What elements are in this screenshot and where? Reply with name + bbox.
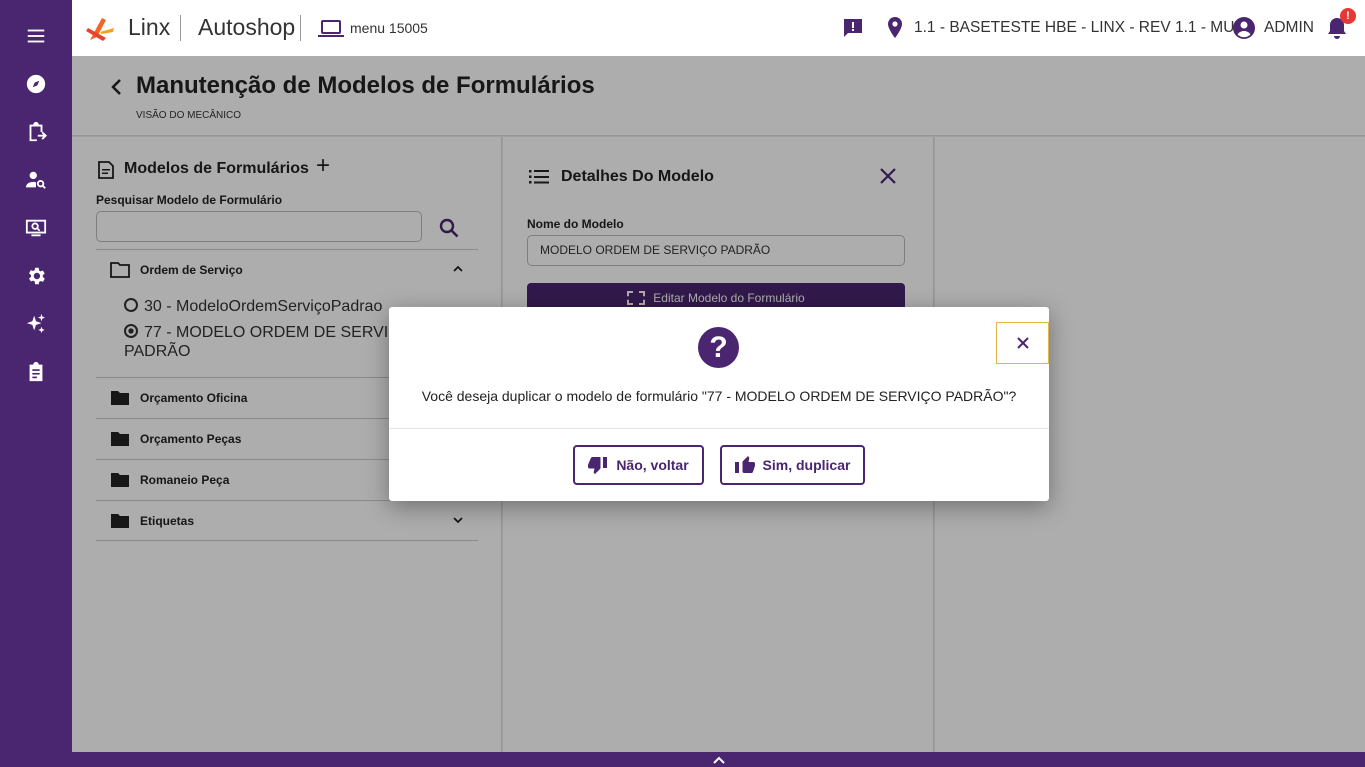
clipboard-transfer-icon[interactable] <box>24 120 48 144</box>
menu-icon[interactable] <box>24 24 48 48</box>
location-label[interactable]: 1.1 - BASETESTE HBE - LINX - REV 1.1 - M… <box>914 19 1251 37</box>
header-divider <box>300 15 301 41</box>
user-name[interactable]: ADMIN <box>1264 19 1314 37</box>
duplicate-confirm-dialog: ? Você deseja duplicar o modelo de formu… <box>389 307 1049 501</box>
dialog-message: Você deseja duplicar o modelo de formulá… <box>421 388 1017 404</box>
linx-logo-icon <box>86 18 114 41</box>
no-button-label: Não, voltar <box>616 457 689 473</box>
compass-icon[interactable] <box>24 72 48 96</box>
sparkles-icon[interactable] <box>24 312 48 336</box>
question-icon: ? <box>698 327 739 368</box>
dialog-close-button[interactable] <box>996 322 1049 364</box>
brand-name: Linx <box>128 14 171 40</box>
header-divider <box>180 15 181 41</box>
feedback-icon[interactable] <box>842 17 864 39</box>
close-icon <box>1016 337 1029 349</box>
dialog-divider <box>389 428 1049 429</box>
clipboard-list-icon[interactable] <box>24 360 48 384</box>
thumbs-down-icon <box>588 457 608 474</box>
user-account-icon[interactable] <box>1232 16 1256 40</box>
gear-icon[interactable] <box>24 264 48 288</box>
app-name: Autoshop <box>198 14 296 40</box>
thumbs-up-icon <box>734 456 755 473</box>
sidebar <box>0 0 72 767</box>
menu-label: menu 15005 <box>350 20 428 36</box>
notification-badge: ! <box>1340 8 1356 24</box>
no-go-back-button[interactable]: Não, voltar <box>573 445 704 485</box>
user-search-icon[interactable] <box>24 168 48 192</box>
yes-button-label: Sim, duplicar <box>762 457 851 473</box>
monitor-search-icon[interactable] <box>24 216 48 240</box>
top-header: Linx Autoshop menu 15005 1.1 - BASETESTE… <box>72 0 1365 56</box>
laptop-icon <box>318 20 344 37</box>
chevron-up-icon[interactable] <box>712 755 726 765</box>
location-pin-icon[interactable] <box>885 16 905 40</box>
yes-duplicate-button[interactable]: Sim, duplicar <box>720 445 865 485</box>
